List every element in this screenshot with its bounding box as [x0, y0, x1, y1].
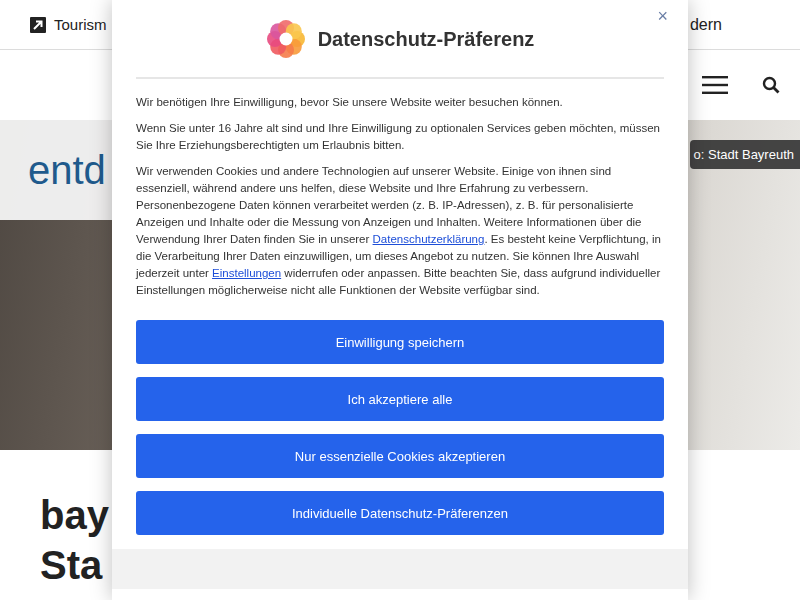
dialog-paragraph: Wir benötigen Ihre Einwilligung, bevor S…	[136, 94, 664, 111]
close-button[interactable]: ×	[653, 4, 672, 29]
logo-icon	[266, 19, 306, 59]
consent-button[interactable]: Nur essenzielle Cookies akzeptieren	[136, 434, 664, 478]
external-link-icon	[30, 17, 46, 33]
dialog-footer	[112, 549, 688, 589]
button-group: Einwilligung speichern Ich akzeptiere all…	[136, 320, 664, 535]
consent-button[interactable]: Individuelle Datenschutz-Präferenzen	[136, 491, 664, 535]
text-link[interactable]: Einstellungen	[212, 267, 281, 279]
photo-credit: o: Stadt Bayreuth	[690, 140, 800, 169]
dialog-header: Datenschutz-Präferenz	[136, 0, 664, 79]
text-link[interactable]: Datenschutzerklärung	[373, 233, 485, 245]
top-link-label: Tourism	[54, 16, 107, 33]
top-link[interactable]: Tourism	[30, 16, 107, 33]
menu-icon[interactable]	[702, 75, 728, 95]
dialog-body: Wir benötigen Ihre Einwilligung, bevor S…	[136, 79, 664, 308]
consent-dialog: × Datenschutz-Präferenz Wir benötigen Ih…	[112, 0, 688, 600]
dialog-title: Datenschutz-Präferenz	[318, 28, 535, 51]
consent-button[interactable]: Ich akzeptiere alle	[136, 377, 664, 421]
right-link[interactable]: dern	[690, 16, 800, 34]
dialog-paragraph: Wir verwenden Cookies und andere Technol…	[136, 163, 664, 299]
search-icon[interactable]	[762, 76, 780, 94]
dialog-paragraph: Wenn Sie unter 16 Jahre alt sind und Ihr…	[136, 120, 664, 154]
intro-title: entd	[28, 148, 106, 193]
consent-button[interactable]: Einwilligung speichern	[136, 320, 664, 364]
